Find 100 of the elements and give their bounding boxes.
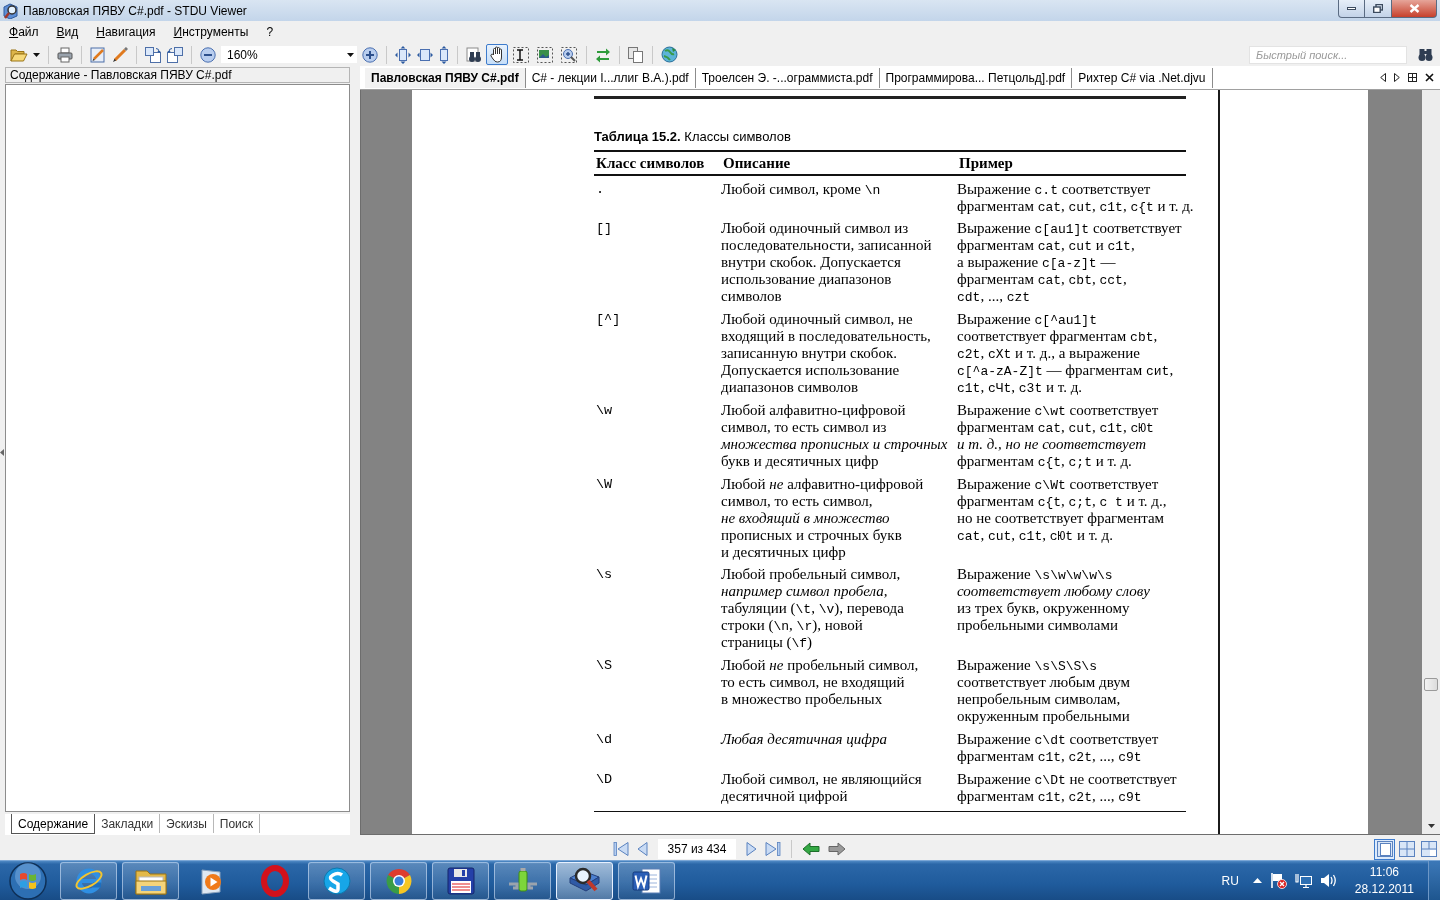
quick-search-field[interactable]: Быстрый поиск... — [1249, 45, 1407, 64]
table-cell: Любой пробельный символ, например символ пробела, табуляции (\t, \v), перевода строки (\n, \r), новой страницы (\f) — [721, 566, 904, 652]
table-cell-text: \D — [595, 770, 613, 789]
menu-item[interactable]: Навигация — [87, 25, 165, 39]
collapse-arrow-icon[interactable] — [0, 448, 4, 456]
table-cell: Выражение c.t соответствует фрагментам cat, cut, c1t, c{t и т. д. — [957, 180, 1194, 215]
minimize-button[interactable] — [1338, 0, 1365, 18]
pencil-icon[interactable] — [112, 46, 128, 63]
view-mode-button[interactable] — [1418, 838, 1439, 860]
table-caption: Таблица 15.2. Классы символов — [594, 129, 792, 145]
window-title: Павловская ПЯВУ C#.pdf - STDU Viewer — [23, 3, 247, 18]
minimize-icon — [1347, 7, 1356, 10]
language-indicator[interactable]: RU — [1221, 873, 1239, 888]
table-cell: Любой символ, не являющийся десятичной цифрой — [721, 770, 922, 805]
fit-height-icon[interactable] — [439, 45, 449, 64]
restore-icon — [1373, 4, 1383, 13]
globe-icon[interactable] — [661, 46, 678, 63]
tool-button[interactable] — [510, 44, 532, 65]
view-mode-button[interactable] — [1374, 838, 1395, 860]
page-rotate-icon[interactable] — [145, 46, 161, 63]
table-cell-text: Выражение \s\w\w\w\s соответствует любому слову из трех букв, окруженному пробельными символами — [957, 566, 1150, 636]
menu-item[interactable]: Вид — [47, 25, 88, 39]
menu-item[interactable]: Файл — [0, 25, 48, 39]
document-tab[interactable]: C# - лекции I...ллиг В.А.).pdf — [525, 67, 696, 88]
page-field[interactable]: 357 из 434 — [658, 839, 736, 859]
search-icon[interactable] — [1418, 47, 1434, 62]
page-rotate-icon[interactable] — [167, 46, 183, 63]
first-page-icon[interactable] — [613, 841, 629, 857]
document-tab[interactable]: Троелсен Э. -...ограммиста.pdf — [695, 67, 880, 88]
maximize-button[interactable] — [1365, 0, 1392, 18]
zoom-combobox[interactable]: 160% — [221, 46, 357, 63]
table-cell: Выражение \s\S\S\s соответствует любым двум непробельным символам, окруженным пробельными — [957, 657, 1131, 726]
flag-alert-icon[interactable] — [1269, 872, 1287, 889]
tool-button[interactable] — [558, 44, 580, 65]
binoculars-icon[interactable] — [466, 46, 482, 63]
panel-tab[interactable]: Содержание — [11, 814, 96, 834]
previous-page-icon[interactable] — [637, 841, 648, 857]
table-cell: Выражение c\wt соответствует фрагментам cat, cut, c1t, cЮt и т. д., но не соответствует фрагментам c{t, c;t и т. д. — [957, 401, 1159, 470]
ring-logo-icon — [260, 864, 289, 897]
close-button[interactable] — [1392, 0, 1437, 18]
clock-time[interactable]: 11:06 — [1369, 865, 1399, 879]
fit-width-icon[interactable] — [417, 47, 433, 62]
hand-icon — [489, 46, 505, 63]
table-cell-text: . — [595, 180, 605, 199]
document-tab[interactable]: Программирова... Петцольд].pdf — [879, 67, 1073, 88]
table-cell-text: [^] — [595, 311, 621, 330]
meter-gadget-icon — [506, 866, 539, 895]
page-grid-icon — [1398, 841, 1415, 857]
taskbar-button[interactable] — [308, 861, 365, 900]
menu-item[interactable]: Инструменты — [164, 25, 258, 39]
show-desktop-button[interactable] — [1428, 861, 1440, 900]
tab-list-icon[interactable] — [1408, 73, 1417, 82]
menu-item[interactable]: ? — [257, 25, 283, 39]
table-cell: Выражение c\dt соответствует фрагментам c1t, c2t, ..., c9t — [957, 731, 1159, 766]
fit-page-icon[interactable] — [395, 45, 411, 64]
zoom-in-icon[interactable] — [362, 46, 378, 63]
panel-tab[interactable]: Поиск — [213, 814, 261, 833]
view-mode-button[interactable] — [1396, 838, 1417, 860]
last-page-icon[interactable] — [765, 841, 781, 857]
column-header: Класс символов — [595, 155, 706, 172]
table-cell: Любой одиночный символ, не входящий в последовательность, записанную внутри скобок. Допускается использование диапазонов символов — [721, 311, 931, 397]
document-tab[interactable]: Рихтер C# via .Net.djvu — [1072, 67, 1213, 88]
next-page-icon[interactable] — [746, 841, 757, 857]
document-tab[interactable]: Павловская ПЯВУ C#.pdf — [365, 67, 526, 88]
s-logo-icon — [321, 865, 352, 896]
back-arrow-icon[interactable] — [802, 842, 820, 856]
taskbar-button[interactable] — [432, 861, 489, 900]
tab-scroll-right-icon[interactable] — [1394, 73, 1400, 82]
table-cell-text: [] — [595, 220, 613, 239]
taskbar-button[interactable] — [556, 861, 613, 900]
scrollbar[interactable] — [1422, 90, 1440, 834]
caret-icon[interactable] — [347, 52, 354, 57]
table-cell: Любой не алфавитно-цифровой символ, то есть символ, не входящий в множество прописных и строчных букв и десятичных цифр — [721, 475, 924, 561]
printer-icon[interactable] — [57, 46, 73, 63]
single-page-icon — [1376, 841, 1393, 857]
magnifier-icon — [3, 2, 19, 19]
taskbar-button[interactable] — [122, 861, 179, 900]
tab-scroll-left-icon[interactable] — [1380, 73, 1386, 82]
speaker-icon[interactable] — [1319, 873, 1337, 888]
tool-button[interactable] — [486, 44, 508, 65]
panel-tab[interactable]: Эскизы — [160, 814, 214, 833]
clock-date[interactable]: 28.12.2011 — [1354, 882, 1414, 896]
close-icon[interactable] — [1425, 73, 1434, 82]
table-cell: Любой одиночный символ из последовательности, записанной внутри скобок. Допускается использование диапазонов символов — [721, 220, 932, 306]
caret-icon[interactable] — [33, 52, 40, 57]
forward-arrow-icon[interactable] — [828, 842, 846, 856]
tray-caret-icon[interactable] — [1252, 878, 1262, 883]
zoom-out-icon[interactable] — [200, 46, 216, 63]
table-cell-text: \w — [595, 401, 613, 420]
tool-button[interactable] — [534, 44, 556, 65]
network-icon[interactable] — [1294, 872, 1312, 889]
folder-open-icon[interactable] — [10, 47, 28, 62]
panel-tab[interactable]: Закладки — [95, 814, 161, 833]
table-cell-text: \S — [595, 657, 613, 676]
scroll-thumb[interactable] — [1424, 678, 1438, 691]
taskbar-button[interactable] — [618, 861, 675, 900]
page-pencil-icon[interactable] — [90, 46, 106, 63]
swap-arrows-icon[interactable] — [595, 46, 611, 63]
scroll-down-icon[interactable] — [1427, 824, 1435, 828]
copy-icon[interactable] — [628, 46, 644, 63]
